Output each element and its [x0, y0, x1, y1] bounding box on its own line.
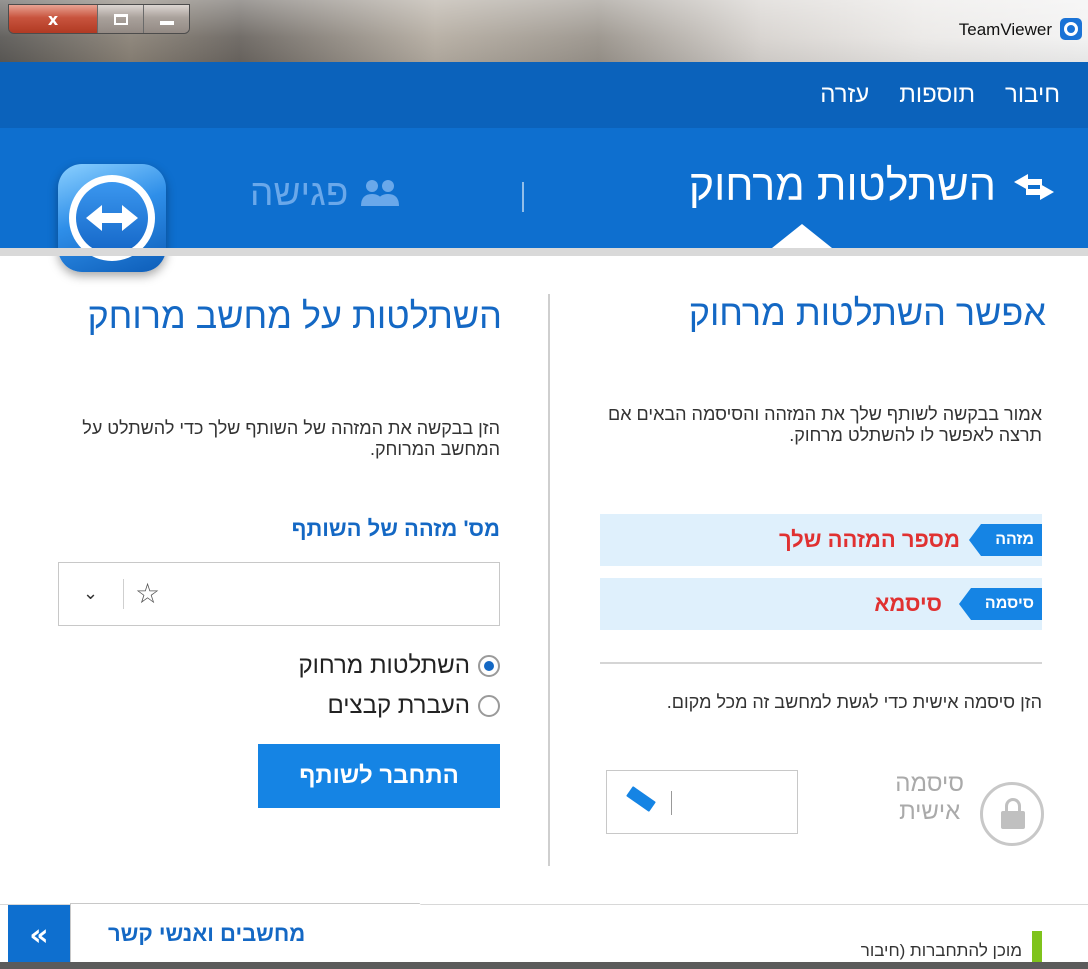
password-value[interactable]: סיסמא: [874, 588, 942, 620]
partner-id-input[interactable]: ☆ ⌄: [58, 562, 500, 626]
minimize-button[interactable]: [143, 5, 189, 33]
radio-remote-control[interactable]: השתלטות מרחוק: [299, 652, 500, 680]
column-divider: [548, 294, 550, 866]
personal-password-input[interactable]: [606, 770, 798, 834]
control-remote-description: הזן בבקשה את המזהה של השותף שלך כדי להשת…: [82, 418, 500, 460]
menu-bar: חיבור תוספות עזרה: [0, 62, 1088, 128]
allow-remote-heading: אפשר השתלטות מרחוק: [688, 292, 1046, 333]
radio-button[interactable]: [478, 695, 500, 717]
section-separator: [600, 662, 1042, 664]
radio-file-transfer[interactable]: העברת קבצים: [327, 692, 500, 720]
expand-contacts-button[interactable]: «: [8, 905, 70, 965]
arrows-icon: [1014, 173, 1054, 200]
maximize-icon: [113, 13, 128, 25]
menu-item-extras[interactable]: תוספות: [899, 81, 975, 109]
menu-item-connection[interactable]: חיבור: [1005, 81, 1060, 109]
control-remote-heading: השתלטות על מחשב מרוחק: [87, 295, 502, 336]
chevron-down-icon[interactable]: ⌄: [83, 579, 98, 609]
tab-remote-control-label: השתלטות מרחוק: [688, 162, 996, 210]
star-icon[interactable]: ☆: [135, 577, 160, 611]
window-controls: x: [8, 4, 190, 34]
header-shadow: [0, 248, 1088, 256]
window-bottom-edge: [0, 962, 1088, 969]
lock-icon: [980, 782, 1044, 846]
id-label: מזהה: [969, 524, 1042, 556]
tab-remote-control[interactable]: השתלטות מרחוק: [689, 162, 1056, 211]
active-tab-pointer: [772, 224, 832, 248]
connect-to-partner-button[interactable]: התחבר לשותף: [258, 744, 500, 808]
tab-meeting[interactable]: פגישה: [250, 172, 400, 214]
double-chevron-icon: «: [29, 917, 49, 953]
radio-button[interactable]: [478, 655, 500, 677]
menu-item-help[interactable]: עזרה: [820, 81, 869, 109]
partner-id-label: מס' מזהה של השותף: [291, 516, 500, 541]
radio-file-transfer-label: העברת קבצים: [327, 692, 470, 719]
people-icon: [361, 180, 400, 206]
id-row: מזהה מספר המזהה שלך: [600, 514, 1042, 566]
close-icon: x: [47, 9, 59, 29]
password-row: סיסמה סיסמא: [600, 578, 1042, 630]
id-value[interactable]: מספר המזהה שלך: [779, 524, 960, 556]
mode-tabs: השתלטות מרחוק פגישה: [0, 128, 1088, 272]
logo-arrows-icon: [86, 205, 138, 231]
personal-password-description: הזן סיסמה אישית כדי לגשת למחשב זה מכל מק…: [666, 692, 1042, 712]
minimize-icon: [159, 21, 174, 25]
pencil-icon[interactable]: [626, 786, 656, 812]
status-text: מוכן להתחברות (חיבור: [860, 941, 1022, 960]
tab-meeting-label: פגישה: [250, 172, 349, 213]
radio-remote-control-label: השתלטות מרחוק: [298, 652, 470, 679]
maximize-button[interactable]: [97, 5, 143, 33]
close-button[interactable]: x: [9, 5, 97, 33]
input-divider: [123, 579, 124, 609]
input-divider: [671, 791, 672, 815]
personal-password-label: סיסמה אישית: [895, 770, 964, 825]
allow-remote-description: אמור בבקשה לשותף שלך את המזהה והסיסמה הב…: [608, 404, 1042, 446]
tab-divider: [522, 182, 524, 212]
password-label: סיסמה: [958, 588, 1042, 620]
teamviewer-icon: [1060, 18, 1082, 40]
header: חיבור תוספות עזרה השתלטות מרחוק פגישה: [0, 62, 1088, 272]
bottom-bar: « מחשבים ואנשי קשר מוכן להתחברות (חיבור: [0, 903, 1088, 969]
title-bar: x TeamViewer: [0, 0, 1088, 62]
window-title: TeamViewer: [958, 20, 1052, 39]
contacts-tab-label[interactable]: מחשבים ואנשי קשר: [108, 921, 305, 947]
